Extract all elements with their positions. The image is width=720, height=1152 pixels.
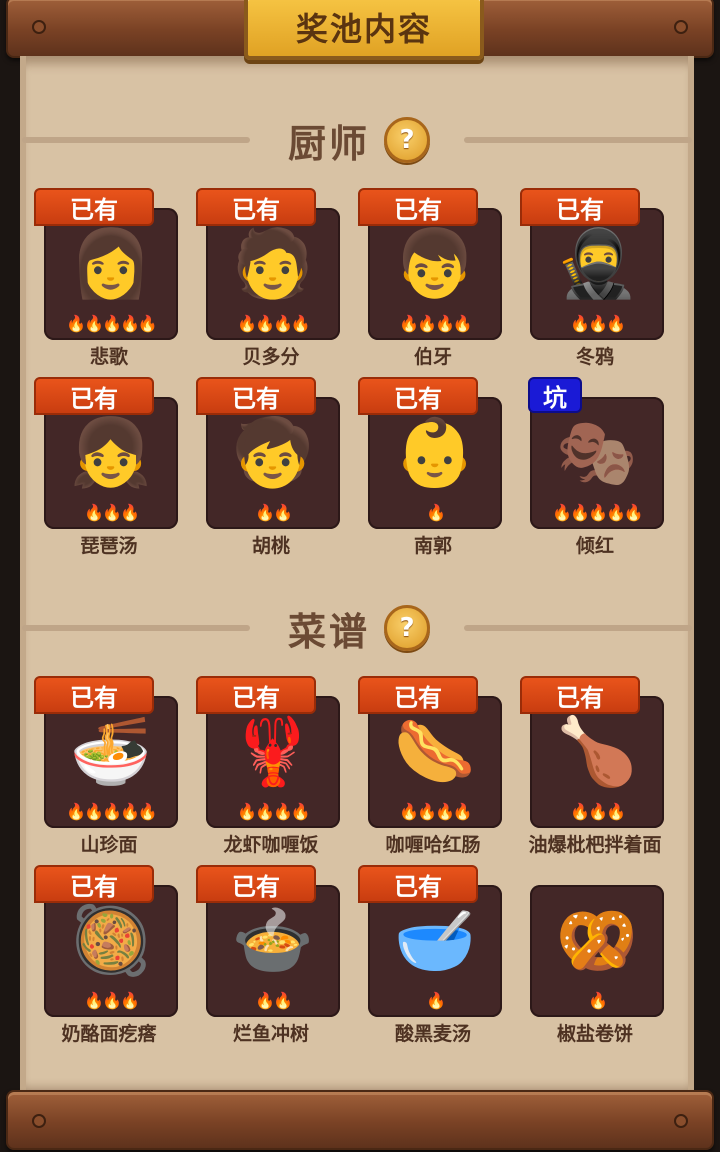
owned-badge: 已有 <box>196 865 316 903</box>
rarity-flame-icons: 🔥🔥🔥 <box>570 314 626 333</box>
panel-edge <box>688 56 694 1092</box>
rarity-flame-icons: 🔥🔥🔥🔥 <box>399 802 473 821</box>
nail-icon <box>32 20 46 34</box>
nail-icon <box>32 1114 46 1128</box>
chef-name: 悲歌 <box>89 346 128 368</box>
chef-name: 冬鸦 <box>575 346 614 368</box>
nail-icon <box>674 1114 688 1128</box>
owned-badge: 已有 <box>358 377 478 415</box>
recipe-card[interactable]: 🦞 🔥🔥🔥🔥 已有龙虾咖喱饭 <box>196 676 346 862</box>
recipe-card[interactable]: 🍜 🔥🔥🔥🔥🔥 已有山珍面 <box>34 676 184 862</box>
chef-name: 贝多分 <box>242 346 300 368</box>
owned-badge: 已有 <box>520 188 640 226</box>
rarity-flame-icons: 🔥🔥🔥🔥🔥 <box>552 503 644 522</box>
recipe-card[interactable]: 🌭 🔥🔥🔥🔥 已有咖喱哈红肠 <box>358 676 508 862</box>
recipe-portrait: 🥨 <box>555 902 639 979</box>
scroll-bottom-rod <box>6 1090 714 1150</box>
owned-badge: 已有 <box>520 676 640 714</box>
chef-name: 南郭 <box>413 535 452 557</box>
recipe-name: 山珍面 <box>80 834 138 856</box>
rarity-flame-icons: 🔥🔥 <box>255 503 293 522</box>
rarity-flame-icons: 🔥🔥🔥🔥🔥 <box>66 314 158 333</box>
chef-card[interactable]: 🎭 🔥🔥🔥🔥🔥 坑倾红 <box>520 377 670 563</box>
owned-badge: 已有 <box>34 188 154 226</box>
chef-portrait: 👩 <box>69 225 153 302</box>
recipe-name: 椒盐卷饼 <box>556 1023 633 1045</box>
chef-portrait: 🎭 <box>555 414 639 491</box>
rarity-flame-icons: 🔥 <box>426 991 446 1010</box>
owned-badge: 已有 <box>34 865 154 903</box>
recipe-portrait: 🍗 <box>555 713 639 790</box>
chef-name: 琵琶汤 <box>80 535 138 557</box>
divider <box>464 137 693 143</box>
rarity-flame-icons: 🔥🔥 <box>255 991 293 1010</box>
rarity-flame-icons: 🔥🔥🔥🔥🔥 <box>66 802 158 821</box>
chef-card[interactable]: 👶 🔥 已有南郭 <box>358 377 508 563</box>
rarity-flame-icons: 🔥🔥🔥 <box>84 503 140 522</box>
owned-badge: 已有 <box>358 676 478 714</box>
section-title: 菜谱 <box>288 609 371 654</box>
chef-card[interactable]: 👦 🔥🔥🔥🔥 已有伯牙 <box>358 188 508 374</box>
recipe-card[interactable]: 🥨 🔥 椒盐卷饼 <box>520 865 670 1051</box>
help-icon[interactable]: ? <box>384 605 431 651</box>
pit-badge: 坑 <box>528 377 582 413</box>
recipe-portrait: 🍲 <box>231 902 315 979</box>
rarity-flame-icons: 🔥 <box>426 503 446 522</box>
chef-portrait: 🧒 <box>231 414 315 491</box>
chef-card[interactable]: 🥷 🔥🔥🔥 已有冬鸦 <box>520 188 670 374</box>
rarity-flame-icons: 🔥 <box>588 991 608 1010</box>
rarity-flame-icons: 🔥🔥🔥🔥 <box>237 314 311 333</box>
owned-badge: 已有 <box>358 188 478 226</box>
rarity-flame-icons: 🔥🔥🔥 <box>570 802 626 821</box>
recipe-name: 油爆枇杷拌着面 <box>528 834 662 856</box>
recipe-card[interactable]: 🍲 🔥🔥 已有烂鱼冲树 <box>196 865 346 1051</box>
owned-badge: 已有 <box>34 377 154 415</box>
page-title: 奖池内容 <box>244 0 484 60</box>
recipe-portrait: 🌭 <box>393 713 477 790</box>
recipe-portrait: 🦞 <box>231 713 315 790</box>
chef-portrait: 👦 <box>393 225 477 302</box>
nail-icon <box>674 20 688 34</box>
chef-portrait: 🥷 <box>555 225 639 302</box>
chef-name: 胡桃 <box>251 535 290 557</box>
rarity-flame-icons: 🔥🔥🔥 <box>84 991 140 1010</box>
chef-card[interactable]: 🧒 🔥🔥 已有胡桃 <box>196 377 346 563</box>
recipe-portrait: 🥣 <box>393 902 477 979</box>
recipe-name: 咖喱哈红肠 <box>385 834 481 856</box>
panel-edge <box>20 56 26 1092</box>
owned-badge: 已有 <box>196 676 316 714</box>
recipe-name: 奶酪面疙瘩 <box>61 1023 157 1045</box>
chef-card[interactable]: 👩 🔥🔥🔥🔥🔥 已有悲歌 <box>34 188 184 374</box>
recipe-name: 烂鱼冲树 <box>232 1023 309 1045</box>
section-header-chefs: 厨师 ? <box>22 112 693 168</box>
divider <box>464 625 693 631</box>
recipe-portrait: 🍜 <box>69 713 153 790</box>
chef-portrait: 👶 <box>393 414 477 491</box>
chef-name: 伯牙 <box>413 346 452 368</box>
chef-card[interactable]: 🧑 🔥🔥🔥🔥 已有贝多分 <box>196 188 346 374</box>
chef-portrait: 🧑 <box>231 225 315 302</box>
section-title: 厨师 <box>288 121 371 166</box>
divider <box>22 625 250 631</box>
divider <box>22 137 250 143</box>
recipe-name: 龙虾咖喱饭 <box>223 834 319 856</box>
recipe-card[interactable]: 🍗 🔥🔥🔥 已有油爆枇杷拌着面 <box>520 676 670 862</box>
rarity-flame-icons: 🔥🔥🔥🔥 <box>399 314 473 333</box>
owned-badge: 已有 <box>196 377 316 415</box>
owned-badge: 已有 <box>34 676 154 714</box>
owned-badge: 已有 <box>196 188 316 226</box>
recipe-name: 酸黑麦汤 <box>394 1023 471 1045</box>
rarity-flame-icons: 🔥🔥🔥🔥 <box>237 802 311 821</box>
section-header-recipes: 菜谱 ? <box>22 600 693 656</box>
help-icon[interactable]: ? <box>384 117 431 163</box>
chef-name: 倾红 <box>575 535 614 557</box>
recipe-card[interactable]: 🥘 🔥🔥🔥 已有奶酪面疙瘩 <box>34 865 184 1051</box>
chef-portrait: 👧 <box>69 414 153 491</box>
chef-card[interactable]: 👧 🔥🔥🔥 已有琵琶汤 <box>34 377 184 563</box>
owned-badge: 已有 <box>358 865 478 903</box>
recipe-portrait: 🥘 <box>69 902 153 979</box>
recipe-card[interactable]: 🥣 🔥 已有酸黑麦汤 <box>358 865 508 1051</box>
